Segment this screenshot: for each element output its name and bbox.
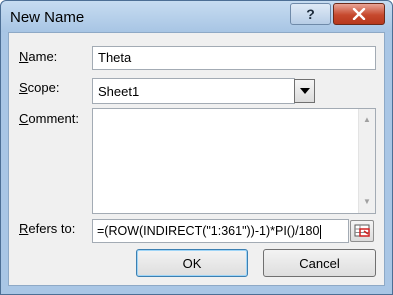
help-button[interactable]: ? — [290, 3, 331, 25]
name-label: Name: — [19, 49, 58, 64]
cancel-button[interactable]: Cancel — [263, 249, 376, 277]
refers-to-field[interactable]: =(ROW(INDIRECT("1:361"))-1)*PI()/180 — [92, 219, 349, 243]
text-cursor — [320, 224, 322, 239]
range-select-icon — [354, 224, 370, 237]
refers-to-text: =(ROW(INDIRECT("1:361"))-1)*PI()/180 — [97, 224, 320, 238]
comment-textarea[interactable]: ▲ ▼ — [92, 108, 376, 214]
scope-dropdown-button[interactable] — [294, 79, 315, 103]
dialog-title: New Name — [10, 9, 85, 26]
ok-button[interactable]: OK — [136, 249, 248, 277]
question-mark-icon: ? — [306, 6, 315, 22]
name-field[interactable]: Theta — [92, 46, 376, 70]
comment-label: Comment: — [19, 111, 79, 126]
close-x-icon — [352, 8, 366, 20]
collapse-dialog-button[interactable] — [350, 220, 374, 242]
scroll-down-icon[interactable]: ▼ — [363, 194, 371, 210]
close-button[interactable] — [333, 3, 385, 25]
chevron-down-icon — [299, 88, 310, 94]
scope-select[interactable]: Sheet1 — [92, 78, 295, 104]
title-bar[interactable]: New Name ? — [1, 1, 392, 32]
comment-scrollbar[interactable]: ▲ ▼ — [358, 109, 375, 213]
dialog-body: Name: Theta Scope: Sheet1 Comment: ▲ ▼ R… — [8, 32, 385, 286]
scope-label: Scope: — [19, 80, 60, 95]
refers-to-label: Refers to: — [19, 221, 76, 236]
new-name-dialog: New Name ? Name: Theta Scope: Sheet1 Com… — [0, 0, 393, 295]
scroll-up-icon[interactable]: ▲ — [363, 112, 371, 128]
